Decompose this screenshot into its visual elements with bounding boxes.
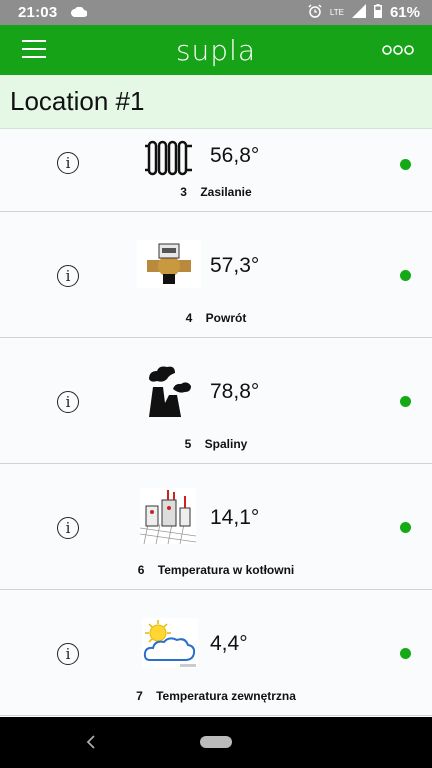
channel-value: 56,8° [210, 144, 260, 167]
battery-percent: 61% [389, 4, 420, 21]
app-bar: supla [0, 25, 432, 75]
online-status-dot [400, 648, 411, 659]
info-icon[interactable]: i [57, 391, 79, 413]
channel-value: 78,8° [210, 380, 260, 403]
channel-number: 4 [185, 311, 193, 325]
channel-item[interactable]: i 14,1° 6 Temperatura w kotłowni [0, 464, 432, 590]
location-header[interactable]: Location #1 [0, 75, 432, 129]
cloud-icon [71, 4, 88, 21]
channel-caption: 4 Powrót [0, 311, 432, 325]
online-status-dot [400, 396, 411, 407]
channel-number: 7 [136, 689, 143, 703]
system-nav-bar [0, 717, 432, 768]
channel-list[interactable]: i 56,8° 3 Zasilanie i 57,3° 4 Powrót i 7… [0, 129, 432, 717]
chimney-smoke-icon [143, 363, 193, 419]
online-status-dot [400, 522, 411, 533]
sun-cloud-icon [142, 618, 198, 668]
channel-name: Temperatura zewnętrzna [156, 689, 296, 703]
online-status-dot [400, 270, 411, 281]
alarm-icon [308, 3, 322, 22]
info-icon[interactable]: i [57, 517, 79, 539]
more-options-icon[interactable] [382, 42, 414, 58]
valve-icon [137, 240, 201, 294]
channel-number: 5 [184, 437, 192, 451]
battery-icon [373, 3, 382, 22]
info-icon[interactable]: i [57, 643, 79, 665]
info-icon[interactable]: i [57, 152, 79, 174]
channel-name: Temperatura w kotłowni [157, 563, 295, 577]
channel-caption: 5 Spaliny [0, 437, 432, 451]
signal-icon [351, 3, 366, 22]
channel-name: Powrót [205, 311, 247, 325]
channel-name: Spaliny [204, 437, 248, 451]
status-bar: 21:03 LTE 61% [0, 0, 432, 25]
app-title: supla [175, 33, 257, 67]
back-icon[interactable] [86, 733, 96, 754]
channel-number: 6 [137, 563, 145, 577]
channel-value: 4,4° [210, 632, 248, 655]
info-icon[interactable]: i [57, 265, 79, 287]
channel-caption: 7 Temperatura zewnętrzna [0, 689, 432, 703]
online-status-dot [400, 159, 411, 170]
channel-value: 14,1° [210, 506, 260, 529]
channel-item[interactable]: i 4,4° 7 Temperatura zewnętrzna [0, 590, 432, 716]
channel-item[interactable]: i 57,3° 4 Powrót [0, 212, 432, 338]
channel-caption: 3 Zasilanie [0, 185, 432, 199]
location-title: Location #1 [10, 86, 145, 116]
boiler-room-icon [139, 488, 197, 545]
channel-name: Zasilanie [200, 185, 252, 199]
channel-item[interactable]: i 56,8° 3 Zasilanie [0, 129, 432, 212]
channel-number: 3 [180, 185, 187, 199]
radiator-icon [144, 138, 194, 178]
channel-item[interactable]: i 78,8° 5 Spaliny [0, 338, 432, 464]
channel-value: 57,3° [210, 254, 260, 277]
channel-caption: 6 Temperatura w kotłowni [0, 563, 432, 577]
network-type: LTE [329, 7, 344, 17]
hamburger-menu-icon[interactable] [22, 40, 46, 60]
home-pill-button[interactable] [200, 736, 232, 748]
status-time: 21:03 [18, 4, 58, 21]
